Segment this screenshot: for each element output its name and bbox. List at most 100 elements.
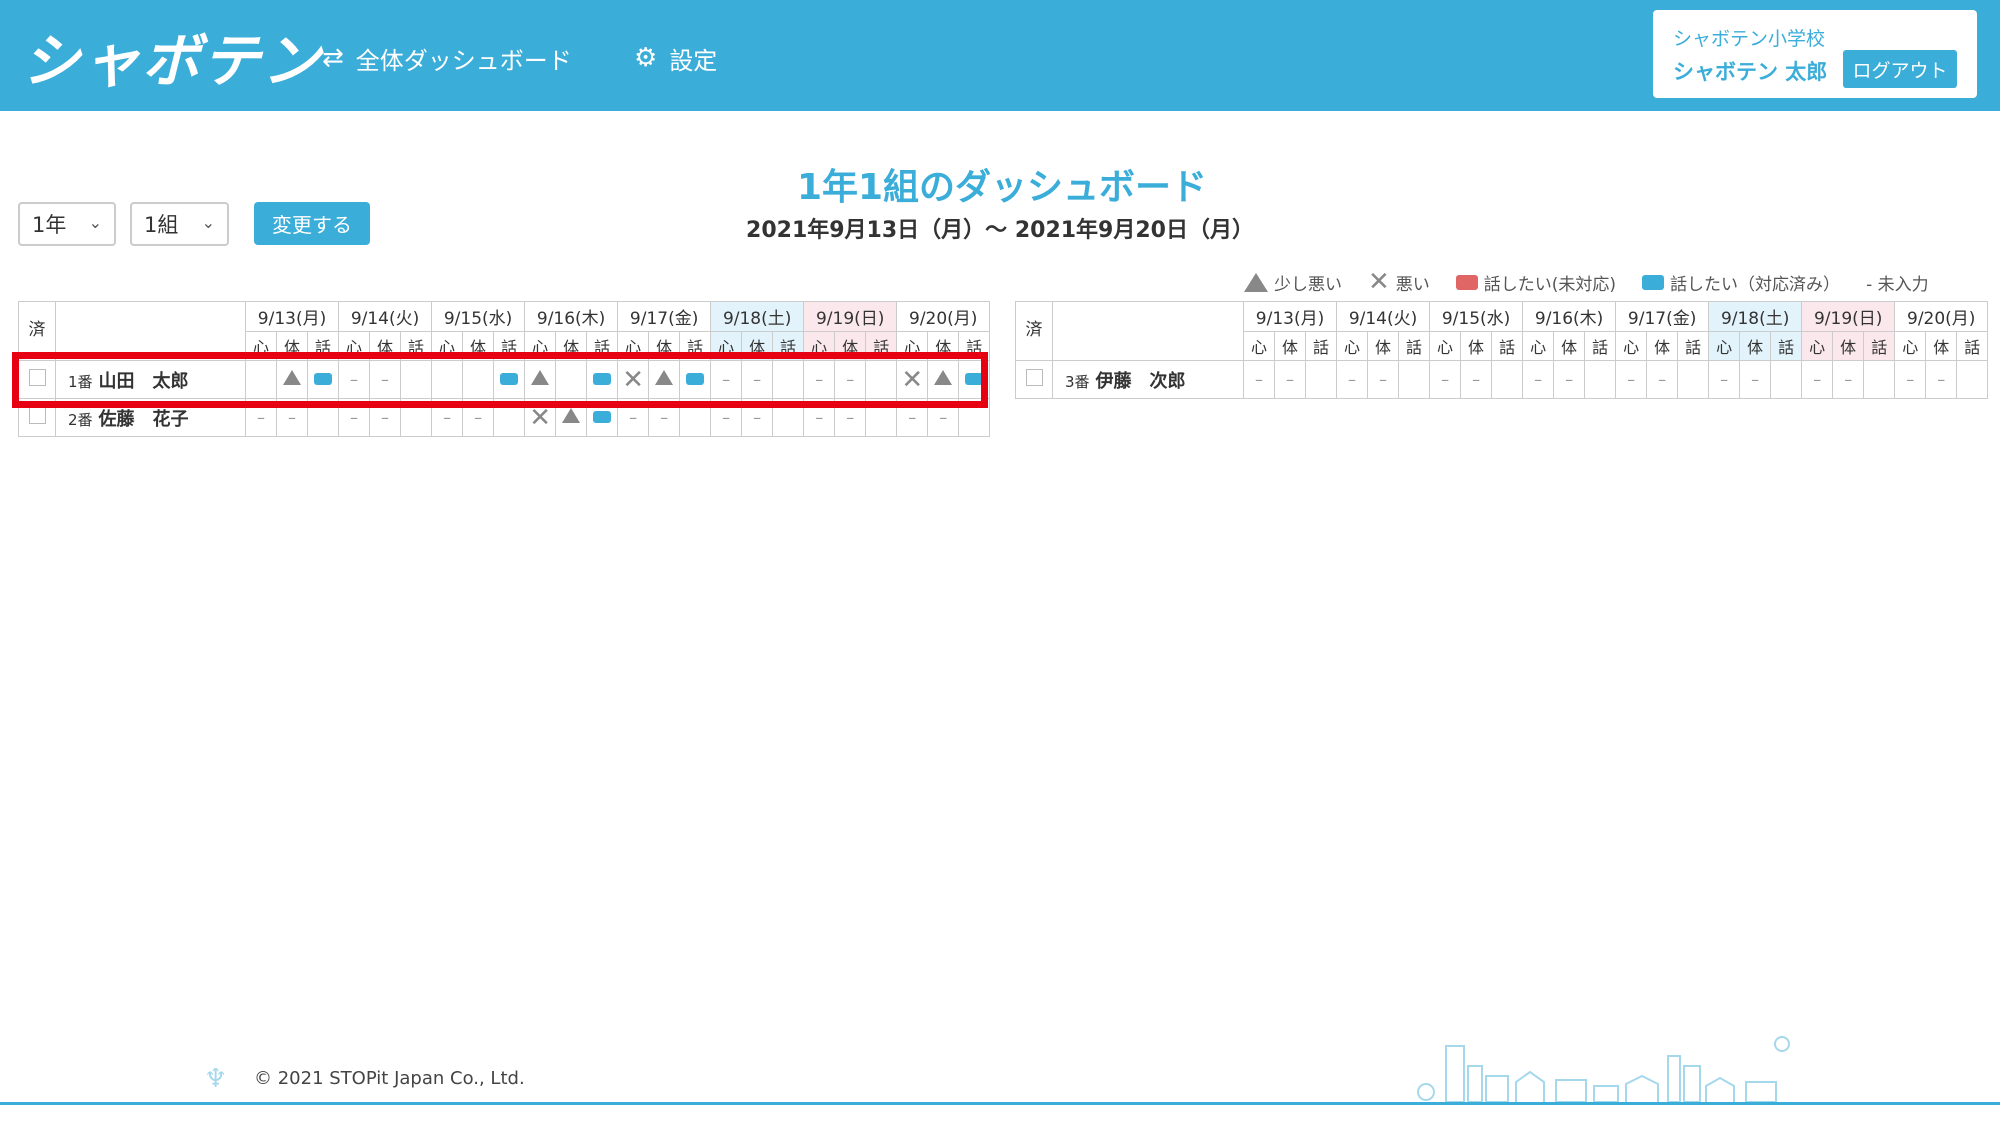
talk-cell bbox=[1304, 360, 1338, 399]
cactus-icon: ♆ bbox=[204, 1064, 228, 1094]
sub-header: 体 bbox=[1460, 331, 1493, 361]
sub-header: 体 bbox=[1274, 331, 1306, 361]
app-header: シャボテン ⇄ 全体ダッシュボード ⚙ 設定 シャボテン小学校 シャボテン 太郎… bbox=[0, 0, 2000, 111]
sub-header: 心 bbox=[1894, 331, 1927, 361]
cross-icon: ✕ bbox=[1368, 267, 1390, 297]
legend-not-entered: - 未入力 bbox=[1866, 274, 1929, 295]
chevron-down-icon: ⌄ bbox=[201, 213, 215, 232]
sub-header: 体 bbox=[1925, 331, 1958, 361]
app-logo[interactable]: シャボテン bbox=[22, 14, 322, 98]
date-header: 9/17(金) bbox=[617, 301, 712, 332]
logout-button[interactable]: ログアウト bbox=[1843, 50, 1957, 88]
sub-header: 体 bbox=[1367, 331, 1400, 361]
dash: – bbox=[1708, 360, 1741, 399]
school-name: シャボテン小学校 bbox=[1673, 28, 1826, 50]
refresh-icon: ⇄ bbox=[322, 43, 344, 73]
sub-header: 話 bbox=[1863, 331, 1896, 361]
nav-settings-link[interactable]: ⚙ 設定 bbox=[634, 40, 717, 76]
dash: – bbox=[1336, 360, 1369, 399]
sub-header: 体 bbox=[1739, 331, 1772, 361]
sub-header: 心 bbox=[1615, 331, 1648, 361]
grade-select[interactable]: 1年 ⌄ bbox=[18, 202, 116, 246]
date-header: 9/18(土) bbox=[710, 301, 805, 332]
talk-cell bbox=[1956, 360, 1989, 399]
gear-icon: ⚙ bbox=[634, 43, 658, 73]
sub-header: 心 bbox=[1522, 331, 1555, 361]
cityscape-illustration bbox=[1417, 1036, 1790, 1102]
sub-header: 心 bbox=[1708, 331, 1741, 361]
dash: – bbox=[1522, 360, 1555, 399]
student-name[interactable]: 3番 伊藤 次郎 bbox=[1052, 360, 1244, 399]
user-panel: シャボテン小学校 シャボテン 太郎 ログアウト bbox=[1653, 10, 1977, 98]
triangle-icon bbox=[1244, 272, 1268, 292]
speech-bubble-blue-icon bbox=[593, 410, 612, 423]
grade-select-value: 1年 bbox=[32, 213, 67, 237]
sub-header: 体 bbox=[1832, 331, 1865, 361]
date-header: 9/18(土) bbox=[1708, 301, 1803, 332]
date-header: 9/15(水) bbox=[431, 301, 526, 332]
dash: – bbox=[1243, 360, 1275, 399]
talk-cell bbox=[1863, 360, 1896, 399]
sub-header: 話 bbox=[1770, 331, 1803, 361]
class-select-value: 1組 bbox=[144, 213, 179, 237]
speech-bubble-blue-icon bbox=[1642, 274, 1665, 290]
nav-dashboard-link[interactable]: ⇄ 全体ダッシュボード bbox=[322, 40, 572, 76]
done-checkbox[interactable] bbox=[1015, 360, 1053, 399]
date-header: 9/14(火) bbox=[338, 301, 433, 332]
sub-header: 心 bbox=[1801, 331, 1834, 361]
chevron-down-icon: ⌄ bbox=[88, 213, 102, 232]
dash: – bbox=[1646, 360, 1679, 399]
talk-cell bbox=[1398, 360, 1431, 399]
nav-dashboard-label: 全体ダッシュボード bbox=[355, 46, 572, 75]
date-header-row: 済 9/13(月) 9/14(火) 9/15(水) 9/16(木) 9/17(金… bbox=[18, 301, 991, 361]
date-header: 9/20(月) bbox=[896, 301, 991, 332]
student-table-right: 済 9/13(月) 9/14(火) 9/15(水) 9/16(木) 9/17(金… bbox=[1015, 301, 1989, 399]
dash: – bbox=[1615, 360, 1648, 399]
dash: – bbox=[1274, 360, 1306, 399]
dash: – bbox=[1801, 360, 1834, 399]
dash: – bbox=[1832, 360, 1865, 399]
table-row[interactable]: 3番 伊藤 次郎 – – – – – – – – – – – – – – – – bbox=[1015, 360, 1989, 399]
sub-header: 心 bbox=[1243, 331, 1275, 361]
date-header: 9/13(月) bbox=[1242, 301, 1338, 332]
nav-settings-label: 設定 bbox=[669, 46, 718, 75]
sub-header: 体 bbox=[1646, 331, 1679, 361]
sub-header: 話 bbox=[1304, 331, 1338, 361]
dash: – bbox=[1894, 360, 1927, 399]
talk-cell bbox=[1677, 360, 1710, 399]
date-header: 9/14(火) bbox=[1336, 301, 1431, 332]
date-header: 9/19(日) bbox=[1801, 301, 1896, 332]
sub-header: 心 bbox=[1336, 331, 1369, 361]
sub-header: 話 bbox=[1677, 331, 1710, 361]
dash: – bbox=[1925, 360, 1958, 399]
dash: – bbox=[1739, 360, 1772, 399]
dash: – bbox=[1429, 360, 1462, 399]
dash: – bbox=[1460, 360, 1493, 399]
class-select[interactable]: 1組 ⌄ bbox=[130, 202, 229, 246]
legend-talk-unhandled: 話したい(未対応) bbox=[1455, 270, 1616, 295]
triangle-icon bbox=[562, 407, 581, 423]
sub-header: 話 bbox=[1491, 331, 1524, 361]
date-header: 9/20(月) bbox=[1894, 301, 1989, 332]
user-name: シャボテン 太郎 bbox=[1673, 60, 1828, 84]
date-header-row: 済 9/13(月) 9/14(火) 9/15(水) 9/16(木) 9/17(金… bbox=[1015, 301, 1989, 361]
sub-header: 体 bbox=[1553, 331, 1586, 361]
sub-header: 話 bbox=[1398, 331, 1431, 361]
sub-header: 心 bbox=[1429, 331, 1462, 361]
footer-line bbox=[0, 1102, 2000, 1105]
date-header: 9/17(金) bbox=[1615, 301, 1710, 332]
sub-header: 話 bbox=[1956, 331, 1989, 361]
dash: – bbox=[1367, 360, 1400, 399]
highlight-box bbox=[12, 352, 988, 408]
date-header: 9/16(木) bbox=[524, 301, 619, 332]
legend-slightly-bad: 少し悪い bbox=[1244, 270, 1342, 295]
talk-cell bbox=[1491, 360, 1524, 399]
change-button[interactable]: 変更する bbox=[254, 202, 370, 245]
speech-bubble-red-icon bbox=[1455, 274, 1478, 290]
date-header: 9/13(月) bbox=[244, 301, 340, 332]
talk-cell bbox=[1770, 360, 1803, 399]
dash: – bbox=[1553, 360, 1586, 399]
done-header: 済 bbox=[1015, 301, 1053, 361]
date-header: 9/19(日) bbox=[803, 301, 898, 332]
legend-bad: ✕ 悪い bbox=[1368, 267, 1430, 297]
